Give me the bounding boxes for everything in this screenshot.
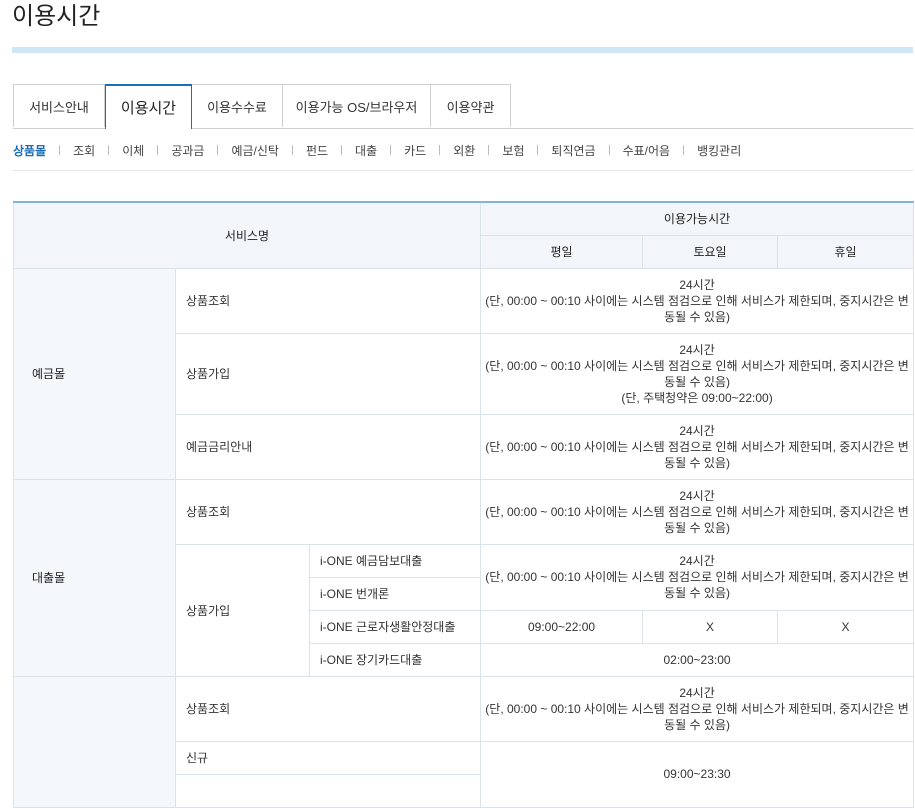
time-cell: 24시간 (단, 00:00 ~ 00:10 사이에는 시스템 점검으로 인해 … <box>480 267 915 334</box>
row-name-rate-info: 예금금리안내 <box>174 413 482 480</box>
page-title: 이용시간 <box>12 3 101 30</box>
row-name-inquiry: 상품조회 <box>174 267 482 334</box>
maintenance-note: (단, 00:00 ~ 00:10 사이에는 시스템 점검으로 인해 서비스가 … <box>485 439 909 470</box>
time-24h: 24시간 <box>679 277 715 292</box>
row-name-inquiry: 상품조회 <box>174 675 482 742</box>
header-weekday: 평일 <box>480 234 644 269</box>
subnav-item-card[interactable]: 카드 <box>404 142 426 159</box>
subnav-item-deposit-trust[interactable]: 예금/신탁 <box>231 142 279 159</box>
sub-navigation: 상품몰 조회 이체 공과금 예금/신탁 펀드 대출 카드 외환 보험 퇴직연금 … <box>13 140 913 160</box>
time-cell: 09:00~23:30 <box>480 740 915 808</box>
subnav-divider <box>157 145 159 155</box>
time-weekday: 09:00~22:00 <box>480 609 644 644</box>
time-24h: 24시간 <box>679 488 715 503</box>
time-cell: 24시간 (단, 00:00 ~ 00:10 사이에는 시스템 점검으로 인해 … <box>480 543 915 611</box>
title-underline <box>12 47 913 53</box>
subnav-divider <box>488 145 490 155</box>
time-cell: 02:00~23:00 <box>480 642 915 677</box>
tab-usage-time[interactable]: 이용시간 <box>105 84 192 129</box>
subnav-item-insurance[interactable]: 보험 <box>502 142 524 159</box>
time-24h: 24시간 <box>679 342 715 357</box>
time-24h: 24시간 <box>679 423 715 438</box>
subnav-divider <box>608 145 610 155</box>
maintenance-note: (단, 00:00 ~ 00:10 사이에는 시스템 점검으로 인해 서비스가 … <box>485 570 909 600</box>
subnav-divider <box>390 145 392 155</box>
loan-product-name: i-ONE 장기카드대출 <box>308 642 482 677</box>
time-cell: 24시간 (단, 00:00 ~ 00:10 사이에는 시스템 점검으로 인해 … <box>480 478 915 545</box>
group-unlabeled <box>13 675 176 808</box>
maintenance-note: (단, 00:00 ~ 00:10 사이에는 시스템 점검으로 인해 서비스가 … <box>485 358 909 389</box>
subnav-divider <box>341 145 343 155</box>
time-saturday: X <box>642 609 779 644</box>
time-cell: 24시간 (단, 00:00 ~ 00:10 사이에는 시스템 점검으로 인해 … <box>480 675 915 742</box>
subnav-item-banking-mgmt[interactable]: 뱅킹관리 <box>697 142 741 159</box>
row-name-new: 신규 <box>174 740 482 775</box>
time-24h: 24시간 <box>679 554 715 568</box>
maintenance-note: (단, 00:00 ~ 00:10 사이에는 시스템 점검으로 인해 서비스가 … <box>485 701 909 732</box>
subnav-divider <box>108 145 110 155</box>
time-cell: 24시간 (단, 00:00 ~ 00:10 사이에는 시스템 점검으로 인해 … <box>480 332 915 415</box>
subnav-item-forex[interactable]: 외환 <box>453 142 475 159</box>
subnav-item-transfer[interactable]: 이체 <box>122 142 144 159</box>
maintenance-note: (단, 00:00 ~ 00:10 사이에는 시스템 점검으로 인해 서비스가 … <box>485 293 909 324</box>
row-name-join: 상품가입 <box>175 543 310 677</box>
group-deposit: 예금몰 <box>13 267 176 480</box>
subnav-divider <box>291 145 293 155</box>
housing-note: (단, 주택청약은 09:00~22:00) <box>621 390 773 405</box>
subnav-item-loan[interactable]: 대출 <box>355 142 377 159</box>
group-loan: 대출몰 <box>13 478 176 677</box>
subnav-item-fund[interactable]: 펀드 <box>306 142 328 159</box>
subnav-divider-line <box>13 170 913 171</box>
tab-terms[interactable]: 이용약관 <box>430 84 511 127</box>
table-row: 예금몰 상품조회 24시간 (단, 00:00 ~ 00:10 사이에는 시스템… <box>13 267 915 480</box>
header-service-name: 서비스명 <box>12 201 482 269</box>
subnav-item-utility[interactable]: 공과금 <box>171 142 204 159</box>
table-row: 대출몰 상품조회 24시간 (단, 00:00 ~ 00:10 사이에는 시스템… <box>13 478 915 677</box>
subnav-divider <box>537 145 539 155</box>
header-available-time: 이용가능시간 <box>480 201 915 236</box>
tab-fees[interactable]: 이용수수료 <box>191 84 283 127</box>
header-saturday: 토요일 <box>642 234 779 269</box>
tab-os-browser[interactable]: 이용가능 OS/브라우저 <box>282 84 431 127</box>
maintenance-note: (단, 00:00 ~ 00:10 사이에는 시스템 점검으로 인해 서비스가 … <box>485 504 909 535</box>
usage-time-table: 서비스명 이용가능시간 평일 토요일 휴일 예금몰 상품조회 24시간 (단, … <box>12 201 915 808</box>
subnav-divider <box>683 145 685 155</box>
loan-product-name: i-ONE 근로자생활안정대출 <box>308 609 482 644</box>
subnav-item-inquiry[interactable]: 조회 <box>73 142 95 159</box>
tab-service-info[interactable]: 서비스안내 <box>13 84 105 127</box>
subnav-item-pension[interactable]: 퇴직연금 <box>551 142 595 159</box>
row-name-join: 상품가입 <box>174 332 482 415</box>
row-name-inquiry: 상품조회 <box>174 478 482 545</box>
subnav-item-check-bill[interactable]: 수표/어음 <box>623 142 671 159</box>
subnav-divider <box>59 145 61 155</box>
subnav-divider <box>217 145 219 155</box>
subnav-divider <box>439 145 441 155</box>
table-row: 상품조회 24시간 (단, 00:00 ~ 00:10 사이에는 시스템 점검으… <box>13 675 915 808</box>
time-cell: 24시간 (단, 00:00 ~ 00:10 사이에는 시스템 점검으로 인해 … <box>480 413 915 480</box>
loan-product-name: i-ONE 번개론 <box>308 576 482 611</box>
time-24h: 24시간 <box>679 685 715 700</box>
subnav-item-product-mall[interactable]: 상품몰 <box>13 142 46 159</box>
time-holiday: X <box>777 609 915 644</box>
row-name-cutoff <box>174 773 482 808</box>
main-tabs: 서비스안내 이용시간 이용수수료 이용가능 OS/브라우저 이용약관 <box>13 84 913 129</box>
loan-product-name: i-ONE 예금담보대출 <box>308 543 482 578</box>
header-holiday: 휴일 <box>777 234 915 269</box>
